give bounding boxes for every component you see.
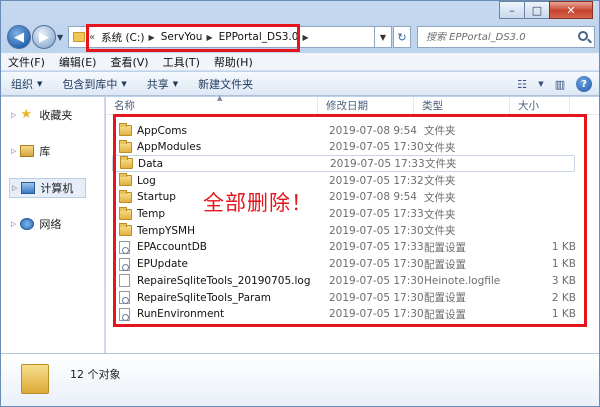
- organize-label: 组织: [11, 77, 33, 91]
- column-size[interactable]: 大小: [510, 97, 570, 114]
- share-label: 共享: [146, 77, 169, 91]
- menu-help[interactable]: 帮助(H): [207, 54, 260, 70]
- expand-arrow-icon[interactable]: ▷: [11, 220, 16, 228]
- nav-label-favorites: 收藏夹: [39, 109, 73, 122]
- chevron-down-icon: ▼: [37, 79, 43, 88]
- chevron-down-icon: ▼: [121, 79, 127, 88]
- include-in-library-button[interactable]: 包含到库中 ▼: [52, 76, 136, 92]
- address-dropdown[interactable]: ▼: [375, 26, 392, 48]
- forward-button[interactable]: ▶: [32, 25, 56, 49]
- nav-label-computer: 计算机: [40, 182, 74, 195]
- refresh-icon[interactable]: ↻: [393, 26, 411, 48]
- view-dropdown-icon[interactable]: ▼: [537, 75, 545, 93]
- search-icon[interactable]: [578, 31, 588, 41]
- star-icon: ★: [20, 107, 33, 122]
- view-options-icon[interactable]: ☷: [513, 75, 531, 93]
- view-controls: ☷ ▼ ▥ ?: [507, 75, 593, 93]
- share-button[interactable]: 共享 ▼: [137, 76, 188, 92]
- search-box[interactable]: [417, 26, 595, 48]
- explorer-window: – □ ✕ ◀ ▶ ▼ « 系统 (C:) ▶ ServYou ▶ EPPort…: [0, 0, 600, 407]
- column-name[interactable]: 名称: [106, 97, 318, 114]
- column-type[interactable]: 类型: [414, 97, 510, 114]
- chevron-right-icon[interactable]: ▶: [302, 33, 308, 42]
- maximize-button[interactable]: □: [524, 1, 550, 19]
- include-label: 包含到库中: [62, 77, 118, 91]
- address-highlight-box: [86, 24, 300, 52]
- nav-label-libraries: 库: [39, 145, 51, 158]
- command-bar: 组织 ▼ 包含到库中 ▼ 共享 ▼ 新建文件夹 ☷ ▼ ▥ ?: [1, 72, 599, 96]
- expand-arrow-icon[interactable]: ▷: [12, 184, 17, 192]
- search-input[interactable]: [426, 31, 576, 43]
- file-list-highlight-box: [113, 114, 587, 327]
- organize-button[interactable]: 组织 ▼: [1, 76, 52, 92]
- expand-arrow-icon[interactable]: ▷: [11, 147, 16, 155]
- nav-label-network: 网络: [39, 218, 62, 231]
- nav-favorites[interactable]: ▷ ★ 收藏夹: [11, 107, 72, 123]
- column-modified[interactable]: 修改日期: [318, 97, 414, 114]
- expand-arrow-icon[interactable]: ▷: [11, 111, 16, 119]
- item-count: 12 个对象: [70, 368, 121, 381]
- folder-icon: [73, 32, 85, 42]
- folder-icon: [21, 364, 49, 394]
- navigation-pane: ▷ ★ 收藏夹 ▷ 库 ▷ 计算机 ▷ 网络: [1, 97, 105, 353]
- menu-edit[interactable]: 编辑(E): [52, 54, 104, 70]
- close-button[interactable]: ✕: [549, 1, 593, 19]
- details-pane: 12 个对象: [1, 353, 599, 406]
- help-button[interactable]: ?: [575, 75, 593, 93]
- menu-tools[interactable]: 工具(T): [156, 54, 207, 70]
- column-headers: 名称 修改日期 类型 大小: [106, 97, 599, 115]
- back-button[interactable]: ◀: [7, 25, 31, 49]
- delete-all-annotation: 全部删除！: [203, 191, 313, 215]
- menu-bar: 文件(F) 编辑(E) 查看(V) 工具(T) 帮助(H): [1, 53, 599, 71]
- menu-view[interactable]: 查看(V): [103, 54, 155, 70]
- recent-pages-dropdown[interactable]: ▼: [57, 33, 63, 42]
- minimize-button[interactable]: –: [499, 1, 525, 19]
- library-icon: [20, 145, 35, 157]
- sort-ascending-icon: ▲: [217, 94, 223, 102]
- computer-icon: [21, 182, 36, 194]
- caption-buttons: – □ ✕: [499, 1, 593, 19]
- chevron-down-icon: ▼: [172, 79, 179, 88]
- nav-computer[interactable]: ▷ 计算机: [9, 178, 87, 198]
- new-folder-button[interactable]: 新建文件夹: [188, 76, 263, 92]
- network-icon: [20, 218, 35, 230]
- nav-network[interactable]: ▷ 网络: [11, 216, 61, 232]
- help-icon: ?: [576, 76, 592, 92]
- preview-pane-icon[interactable]: ▥: [551, 75, 569, 93]
- menu-file[interactable]: 文件(F): [1, 54, 52, 70]
- nav-libraries[interactable]: ▷ 库: [11, 143, 50, 159]
